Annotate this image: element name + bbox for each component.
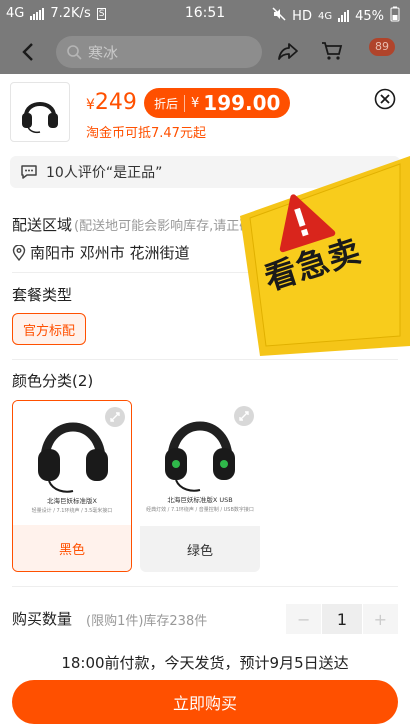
hd-label: HD	[292, 8, 312, 24]
color-category-title: 颜色分类(2)	[12, 372, 94, 390]
color-option-black[interactable]: 北海巨妖标准版X 轻量设计 / 7.1环绕声 / 3.5毫米接口 黑色	[12, 400, 132, 572]
color-label: 绿色	[140, 526, 260, 572]
discounted-price-pill: 折后 ¥ 199.00	[144, 88, 291, 118]
image-subcaption: 轻量设计 / 7.1环绕声 / 3.5毫米接口	[31, 508, 113, 514]
package-option[interactable]: 官方标配	[12, 313, 87, 345]
package-type-title: 套餐类型	[12, 286, 73, 304]
expand-icon[interactable]	[234, 406, 254, 426]
signal-icon-2	[338, 10, 350, 22]
price: ¥249	[86, 90, 137, 115]
location-pin-icon	[12, 244, 26, 261]
delivery-area-title: 配送区域 (配送地可能会影响库存,请正确	[12, 216, 253, 234]
quantity-value[interactable]: 1	[322, 604, 362, 634]
address-text: 南阳市 邓州市 花洲街道	[30, 244, 190, 262]
quantity-row: 购买数量 (限购1件)库存238件 − 1 +	[12, 604, 398, 634]
color-label: 黑色	[13, 525, 131, 571]
product-header: ¥249 折后 ¥ 199.00 淘金币可抵7.47元起	[0, 74, 410, 144]
search-placeholder: 寒冰	[88, 43, 119, 62]
review-text: 10人评价“是正品”	[46, 165, 163, 181]
cart-badge: 89	[369, 38, 395, 56]
comment-icon	[21, 165, 37, 179]
status-bar: 4G 7.2K/s S 16:51 HD 4G 45%	[0, 0, 410, 28]
color-option-green[interactable]: 北海巨妖标准版X USB 经典灯效 / 7.1环绕声 / 音量控制 / USB数…	[140, 400, 260, 572]
delivery-estimate: 18:00前付款，今天发货，预计9月5日送达	[61, 654, 349, 672]
coin-deduction: 淘金币可抵7.47元起	[86, 126, 206, 141]
after-discount-tag: 折后	[154, 94, 186, 112]
buy-now-button[interactable]: 立即购买	[12, 680, 398, 724]
image-caption: 北海巨妖标准版X USB	[167, 496, 233, 504]
battery-icon	[390, 6, 400, 26]
image-subcaption: 经典灯效 / 7.1环绕声 / 音量控制 / USB数字接口	[146, 507, 254, 513]
expand-icon[interactable]	[105, 407, 125, 427]
quantity-hint: (限购1件)库存238件	[86, 614, 208, 629]
search-icon	[67, 45, 82, 60]
share-icon[interactable]	[276, 40, 300, 62]
top-bar: 寒冰 89	[0, 28, 410, 74]
cart-icon[interactable]	[320, 40, 344, 62]
sku-sheet: ¥249 折后 ¥ 199.00 淘金币可抵7.47元起 10人评价“是正品” …	[0, 74, 410, 728]
increase-button[interactable]: +	[362, 604, 398, 634]
image-caption: 北海巨妖标准版X	[47, 497, 97, 505]
delivery-address[interactable]: 南阳市 邓州市 花洲街道	[12, 242, 190, 263]
decrease-button[interactable]: −	[286, 604, 322, 634]
divider	[12, 359, 398, 360]
battery-percent: 45%	[355, 8, 384, 24]
divider	[12, 586, 398, 587]
search-input[interactable]: 寒冰	[56, 36, 262, 68]
mute-icon	[272, 7, 286, 25]
quantity-title: 购买数量	[12, 610, 73, 628]
headset-image	[22, 102, 58, 134]
quantity-stepper: − 1 +	[286, 604, 398, 634]
close-icon[interactable]	[374, 88, 396, 110]
discounted-price: 199.00	[203, 91, 281, 115]
product-thumbnail[interactable]	[10, 82, 70, 142]
network-type-2: 4G	[317, 10, 333, 22]
back-arrow-icon[interactable]	[18, 41, 40, 63]
